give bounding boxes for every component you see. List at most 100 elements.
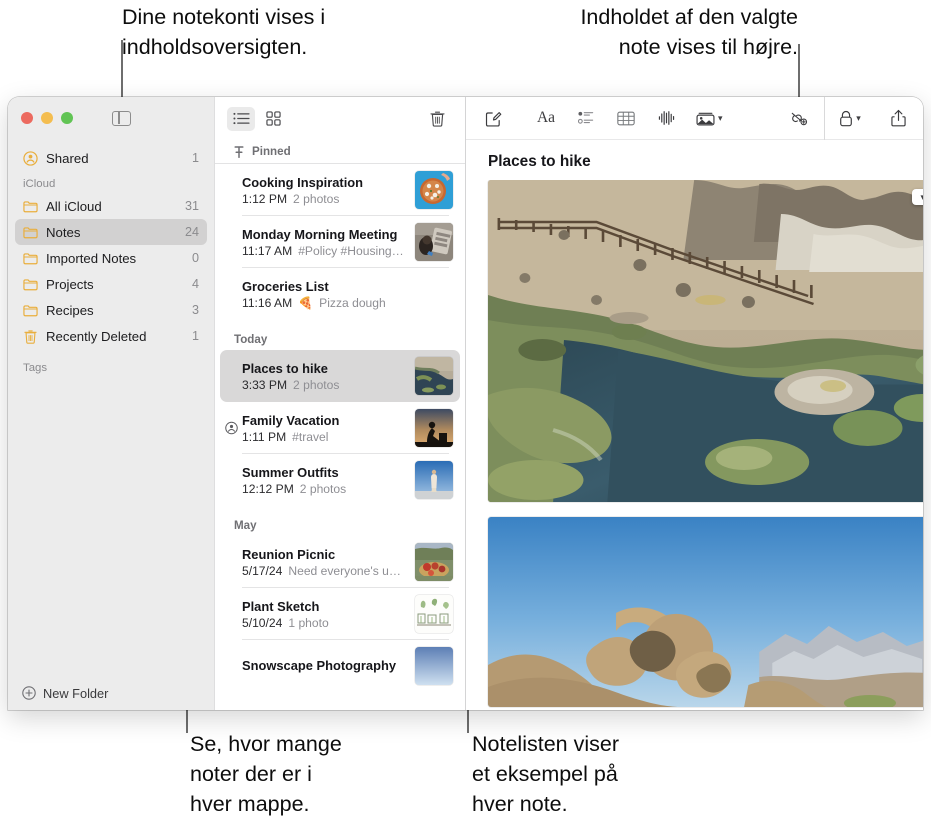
link-collab-icon[interactable] [786,105,812,131]
sidebar-item-count: 4 [192,277,199,291]
compose-icon[interactable] [480,105,506,131]
sidebar-item-shared[interactable]: Shared 1 [15,145,207,171]
notes-app-window: Shared 1 iCloud All iCloud 31 [8,97,923,710]
sidebar-item-label: Projects [46,277,184,292]
sidebar-item-notes[interactable]: Notes 24 [15,219,207,245]
note-list-toolbar [215,97,465,140]
sidebar-item-label: Imported Notes [46,251,184,266]
note-title: Cooking Inspiration [242,175,363,190]
hot-creek-river-photo[interactable]: ▾ [488,180,923,502]
note-time: 11:17 AM [242,244,292,258]
note-preview: 2 photos [293,192,339,206]
audio-wave-icon[interactable] [653,105,679,131]
note-preview: 1 photo [288,616,328,630]
trash-icon[interactable] [423,107,451,131]
note-thumbnail [415,595,453,633]
note-thumbnail [415,171,453,209]
note-detail-pane: Aa [466,97,923,710]
note-list-item-monday-morning-meeting[interactable]: Monday Morning Meeting 11:17 AM #Policy … [220,216,460,268]
sidebar-item-count: 24 [185,225,199,239]
note-preview: #travel [292,430,328,444]
chevron-down-icon: ▾ [718,113,723,124]
list-view-icon[interactable] [227,107,255,131]
note-title: Snowscape Photography [242,658,396,673]
note-time: 1:11 PM [242,430,286,444]
note-list-item-snowscape-photography[interactable]: Snowscape Photography [220,640,460,692]
note-list-item-cooking-inspiration[interactable]: Cooking Inspiration 1:12 PM 2 photos [220,164,460,216]
note-preview: Pizza dough [319,296,386,310]
chevron-down-icon: ▾ [856,113,861,124]
sidebar-group-tags: Tags [8,349,214,377]
sidebar-item-count: 1 [192,329,199,343]
note-thumbnail [415,223,453,261]
note-time: 5/10/24 [242,616,282,630]
note-list-item-reunion-picnic[interactable]: Reunion Picnic 5/17/24 Need everyone's u… [220,536,460,588]
share-icon[interactable] [886,105,912,131]
zoom-button[interactable] [61,112,73,124]
sidebar-item-count: 3 [192,303,199,317]
note-thumbnail [415,647,453,685]
folder-icon [22,276,38,292]
sidebar-item-projects[interactable]: Projects 4 [15,271,207,297]
sidebar-list: Shared 1 iCloud All iCloud 31 [8,139,214,676]
note-thumbnail [415,461,453,499]
format-aa-icon[interactable]: Aa [533,105,559,131]
sidebar-item-count: 0 [192,251,199,265]
note-title: Reunion Picnic [242,547,335,562]
folder-icon [22,250,38,266]
note-list-item-groceries-list[interactable]: Groceries List 11:16 AM 🍕 Pizza dough [220,268,460,320]
sidebar-item-label: Notes [46,225,177,240]
note-time: 12:12 PM [242,482,294,496]
screenshot-root: Dine notekonti vises i indholdsoversigte… [0,0,931,838]
folder-icon [22,302,38,318]
sidebar-group-icloud: iCloud [8,171,214,193]
callout-bottom-left: Se, hvor mange noter der er i hver mappe… [190,729,342,819]
note-thumbnail [415,409,453,447]
sidebar: Shared 1 iCloud All iCloud 31 [8,97,214,710]
gallery-view-icon[interactable] [259,107,287,131]
sidebar-toggle-icon[interactable] [112,111,131,126]
note-time: 3:33 PM [242,378,287,392]
note-list-item-summer-outfits[interactable]: Summer Outfits 12:12 PM 2 photos [220,454,460,506]
media-icon[interactable]: ▾ [693,105,726,131]
window-controls [8,97,214,139]
sidebar-item-imported-notes[interactable]: Imported Notes 0 [15,245,207,271]
sidebar-item-recipes[interactable]: Recipes 3 [15,297,207,323]
folder-icon [22,198,38,214]
checklist-icon[interactable] [573,105,599,131]
note-thumbnail [415,357,453,395]
sidebar-item-all-icloud[interactable]: All iCloud 31 [15,193,207,219]
note-detail-title: Places to hike [466,140,923,180]
note-preview: 2 photos [300,482,346,496]
shared-person-icon [225,422,238,435]
callout-top-left: Dine notekonti vises i indholdsoversigte… [122,2,325,62]
trash-icon [22,328,38,344]
note-title: Family Vacation [242,413,339,428]
image-options-button[interactable]: ▾ [912,189,923,205]
close-button[interactable] [21,112,33,124]
note-list-item-family-vacation[interactable]: Family Vacation 1:11 PM #travel [220,402,460,454]
minimize-button[interactable] [41,112,53,124]
shared-person-icon [22,150,38,166]
note-detail-body[interactable]: ▾ [466,180,923,710]
sidebar-item-label: Recipes [46,303,184,318]
pin-icon [234,146,244,158]
note-title: Plant Sketch [242,599,319,614]
note-list-scroll[interactable]: Cooking Inspiration 1:12 PM 2 photos [215,164,465,710]
callout-top-right: Indholdet af den valgte note vises til h… [492,2,798,62]
note-list-item-plant-sketch[interactable]: Plant Sketch 5/10/24 1 photo [220,588,460,640]
section-header-today: Today [215,320,465,350]
callout-bottom-right: Notelisten viser et eksempel på hver not… [472,729,619,819]
note-time: 1:12 PM [242,192,287,206]
note-list-item-places-to-hike[interactable]: Places to hike 3:33 PM 2 photos [220,350,460,402]
note-title: Groceries List [242,279,329,294]
sidebar-item-label: Recently Deleted [46,329,184,344]
mobius-arch-photo[interactable] [488,517,923,707]
sidebar-item-recently-deleted[interactable]: Recently Deleted 1 [15,323,207,349]
note-preview: Need everyone's u… [288,564,401,578]
table-icon[interactable] [613,105,639,131]
lock-icon[interactable]: ▾ [836,105,864,131]
plus-circle-icon [22,686,36,700]
new-folder-button[interactable]: New Folder [8,676,214,710]
sidebar-item-label: All iCloud [46,199,177,214]
